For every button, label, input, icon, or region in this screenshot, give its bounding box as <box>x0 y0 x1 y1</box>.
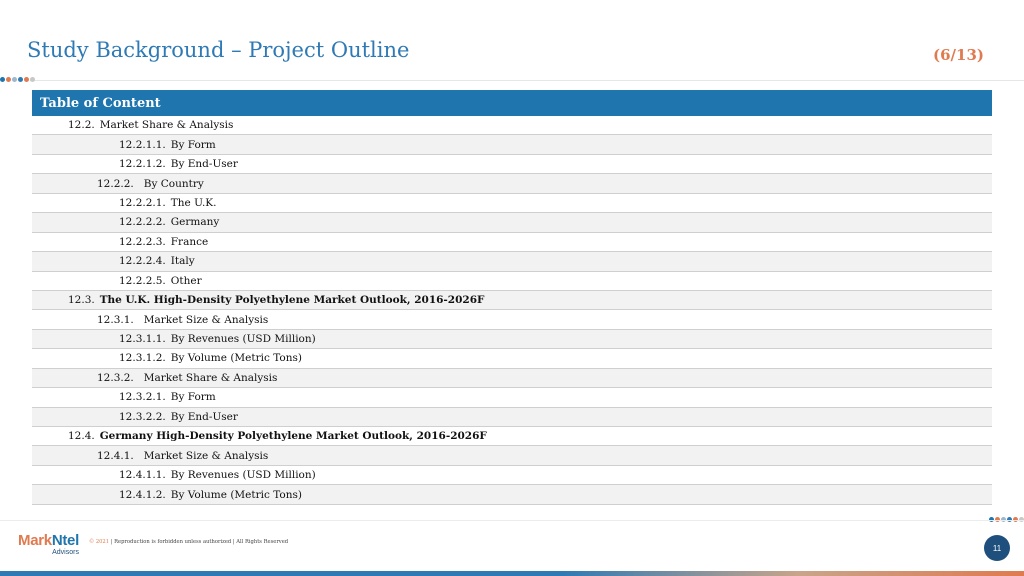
toc-row: 12.3.2. Market Share & Analysis <box>32 368 992 389</box>
toc-row: 12.2.1.2. By End-User <box>32 155 992 175</box>
toc-row-number: 12.4.1. <box>97 449 134 462</box>
page-title: Study Background – Project Outline <box>27 38 410 62</box>
decorative-dots-top <box>0 77 35 82</box>
toc-row-number: 12.3.2.1. <box>119 391 166 404</box>
toc-row-label: Market Share & Analysis <box>99 119 234 132</box>
toc-row-label: By End-User <box>170 410 238 423</box>
toc-row-number: 12.2.2.3. <box>119 235 166 248</box>
toc-row: 12.2.2.2. Germany <box>32 213 992 233</box>
toc-row-label: By Country <box>143 177 204 190</box>
toc-row-label: By Volume (Metric Tons) <box>170 352 302 365</box>
toc-row: 12.4.1.1. By Revenues (USD Million) <box>32 466 992 486</box>
toc-row-label: France <box>170 235 209 248</box>
toc-row: 12.4.1. Market Size & Analysis <box>32 446 992 466</box>
logo-ntel-text: Ntel <box>51 532 79 549</box>
toc-row-label: Germany High-Density Polyethylene Market… <box>99 430 487 443</box>
toc-row: 12.4.1.2. By Volume (Metric Tons) <box>32 485 992 505</box>
toc-row-number: 12.4.1.1. <box>119 469 166 482</box>
footer-divider <box>0 520 1024 521</box>
logo-subtitle: Advisors <box>52 549 79 556</box>
toc-row: 12.2.2.1. The U.K. <box>32 194 992 214</box>
toc-row: 12.2. Market Share & Analysis <box>32 116 992 136</box>
toc-row-number: 12.4.1.2. <box>119 488 166 501</box>
toc-row-label: By End-User <box>170 158 238 171</box>
toc-row: 12.2.1.1. By Form <box>32 135 992 155</box>
table-of-content: Table of Content 12.2. Market Share & Ana… <box>32 90 992 505</box>
decorative-dot <box>18 77 23 82</box>
toc-row-number: 12.2.2.5. <box>119 274 166 287</box>
toc-row: 12.3.2.1. By Form <box>32 388 992 408</box>
decorative-dot <box>12 77 17 82</box>
toc-row-label: Germany <box>170 216 220 229</box>
toc-row-number: 12.2.1.1. <box>119 138 166 151</box>
toc-row-number: 12.4. <box>68 430 95 443</box>
toc-row-label: By Revenues (USD Million) <box>170 469 316 482</box>
decorative-dot <box>30 77 35 82</box>
toc-row: 12.3.2.2. By End-User <box>32 407 992 427</box>
toc-row: 12.2.2.3. France <box>32 233 992 253</box>
bottom-gradient-bar <box>0 571 1024 576</box>
company-logo: MarkNtel Advisors <box>18 533 79 557</box>
toc-rows: 12.2. Market Share & Analysis 12.2.1.1. By … <box>32 116 992 505</box>
decorative-dot <box>6 77 11 82</box>
toc-row: 12.4. Germany High-Density Polyethylene M… <box>32 427 992 447</box>
toc-row-number: 12.3.1.1. <box>119 333 166 346</box>
copyright-year: © 2021 <box>89 539 110 545</box>
header-divider <box>30 80 1024 81</box>
toc-row-label: By Form <box>170 391 216 404</box>
toc-row: 12.2.2. By Country <box>32 174 992 194</box>
toc-row: 12.2.2.4. Italy <box>32 252 992 272</box>
toc-row-number: 12.2.1.2. <box>119 158 166 171</box>
toc-header: Table of Content <box>32 90 992 116</box>
copyright-notice: © 2021 | Reproduction is forbidden unles… <box>89 539 288 545</box>
toc-row-number: 12.3.2. <box>97 371 134 384</box>
toc-row-number: 12.2.2.4. <box>119 255 166 268</box>
toc-row-label: Other <box>170 274 202 287</box>
toc-row-label: Market Size & Analysis <box>143 449 269 462</box>
toc-row-label: The U.K. High-Density Polyethylene Marke… <box>99 294 485 307</box>
toc-row: 12.3.1.1. By Revenues (USD Million) <box>32 329 992 350</box>
toc-row-number: 12.3. <box>68 294 95 307</box>
toc-row-number: 12.3.1. <box>97 313 134 326</box>
toc-row-label: Market Share & Analysis <box>143 371 278 384</box>
toc-row: 12.3.1.2. By Volume (Metric Tons) <box>32 349 992 369</box>
toc-row: 12.3. The U.K. High-Density Polyethylene … <box>32 290 992 311</box>
logo-mark-text: Mark <box>18 532 52 549</box>
toc-row-number: 12.3.2.2. <box>119 410 166 423</box>
toc-row-label: By Revenues (USD Million) <box>170 333 316 346</box>
page-count: (6/13) <box>933 46 984 64</box>
toc-row-label: By Form <box>170 138 216 151</box>
page-number-badge: 11 <box>984 535 1010 561</box>
toc-row-label: Market Size & Analysis <box>143 313 269 326</box>
decorative-dot <box>0 77 5 82</box>
decorative-dot <box>24 77 29 82</box>
copyright-text: | Reproduction is forbidden unless autho… <box>110 539 289 545</box>
toc-row-number: 12.2.2.1. <box>119 196 166 209</box>
toc-row-number: 12.3.1.2. <box>119 352 166 365</box>
toc-row-label: By Volume (Metric Tons) <box>170 488 302 501</box>
toc-row-number: 12.2.2.2. <box>119 216 166 229</box>
toc-row-label: The U.K. <box>170 196 217 209</box>
toc-row: 12.3.1. Market Size & Analysis <box>32 310 992 330</box>
toc-row-number: 12.2. <box>68 119 95 132</box>
toc-row-label: Italy <box>170 255 195 268</box>
toc-row: 12.2.2.5. Other <box>32 272 992 291</box>
toc-row-number: 12.2.2. <box>97 177 134 190</box>
